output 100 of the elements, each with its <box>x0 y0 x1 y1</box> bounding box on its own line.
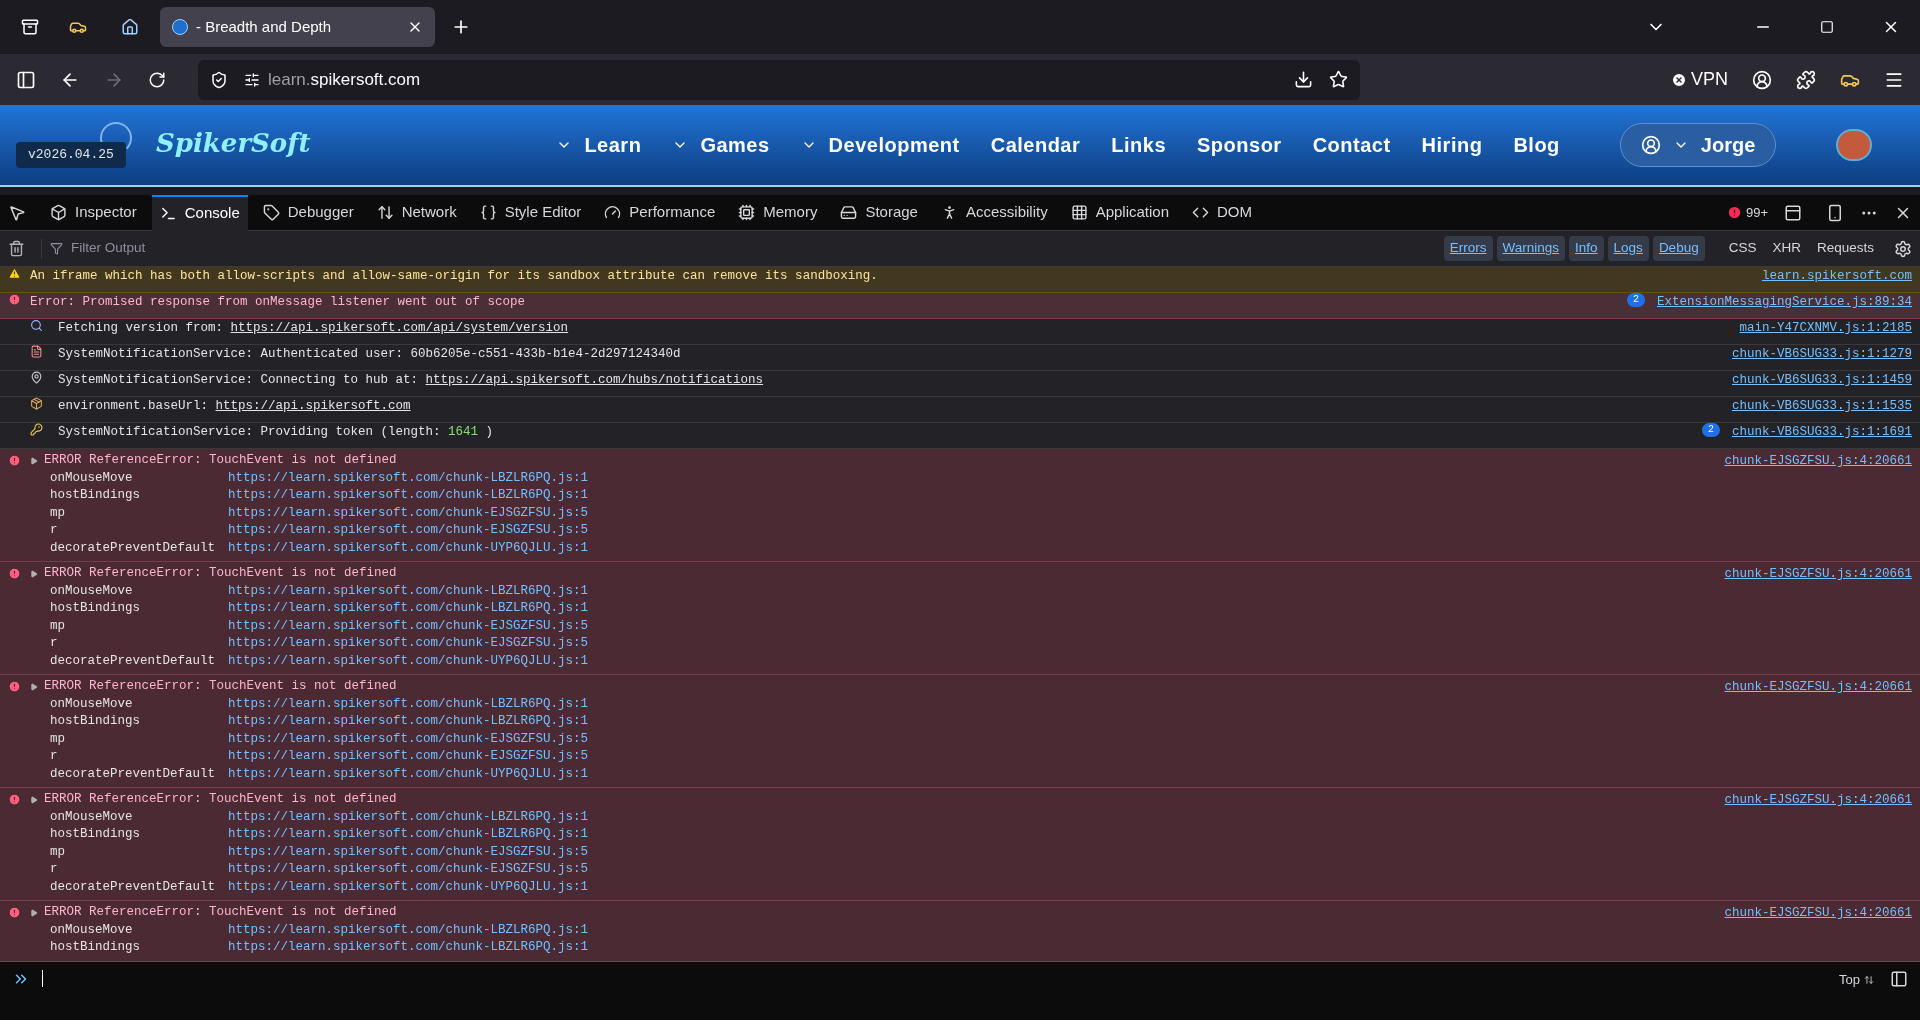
filter-toggle[interactable]: Debug <box>1652 236 1705 261</box>
site-logo[interactable]: SpikerSoft <box>156 123 311 163</box>
stack-frame-link[interactable]: https://learn.spikersoft.com/chunk-LBZLR6PQ.js:1 <box>228 938 589 958</box>
nav-link[interactable]: Games <box>672 130 770 160</box>
stack-frame-link[interactable]: https://learn.spikersoft.com/chunk-LBZLR6PQ.js:1 <box>228 468 589 488</box>
function-name: onMouseMove <box>50 695 134 713</box>
filter-field[interactable]: Filter Output <box>71 238 371 259</box>
stack-frame-link[interactable]: https://learn.spikersoft.com/chunk-LBZLR6PQ.js:1 <box>228 920 589 940</box>
source-link[interactable]: chunk-EJSGZFSU.js:4:20661 <box>1724 678 1912 697</box>
nav-link[interactable]: Learn <box>556 130 642 160</box>
address-bar[interactable]: learn.spikersoft.com <box>198 59 1360 100</box>
devtools-tab[interactable]: Storage <box>832 194 926 231</box>
reload-icon[interactable] <box>148 70 166 89</box>
expand-triangle-icon[interactable] <box>30 908 38 917</box>
source-link[interactable]: chunk-EJSGZFSU.js:4:20661 <box>1724 565 1912 584</box>
devtools-tab[interactable]: Debugger <box>254 194 362 231</box>
function-name: onMouseMove <box>50 582 134 600</box>
stack-frame-link[interactable]: https://learn.spikersoft.com/chunk-EJSGZFSU.js:5 <box>228 521 589 541</box>
nav-link[interactable]: Contact <box>1312 130 1391 160</box>
nav-link[interactable]: Links <box>1111 130 1167 160</box>
error-message: ERROR ReferenceError: TouchEvent is not defined <box>44 565 397 583</box>
expand-triangle-icon[interactable] <box>30 795 38 804</box>
stack-frame-link[interactable]: https://learn.spikersoft.com/chunk-UYP6QJLU.js:1 <box>228 877 589 897</box>
devtools-tab[interactable]: Memory <box>730 194 826 231</box>
stack-frame-link[interactable]: https://learn.spikersoft.com/chunk-EJSGZFSU.js:5 <box>228 747 589 767</box>
devtools-tab[interactable]: DOM <box>1184 194 1261 231</box>
source-link[interactable]: chunk-EJSGZFSU.js:4:20661 <box>1724 791 1912 810</box>
responsive-mode-icon[interactable] <box>1826 203 1844 222</box>
source-link[interactable]: chunk-VB6SUG33.js:1:1535 <box>1731 397 1912 416</box>
text-cursor <box>42 970 43 987</box>
filter-toggle[interactable]: CSS <box>1722 236 1763 261</box>
vpn-button[interactable]: VPN <box>1671 66 1728 93</box>
devtools-tab[interactable]: Inspector <box>42 194 145 231</box>
nav-link[interactable]: Sponsor <box>1197 130 1282 160</box>
settings-icon[interactable] <box>1894 239 1912 258</box>
function-name: mp <box>50 730 66 748</box>
sidebar-icon[interactable] <box>16 69 36 90</box>
source-link[interactable]: chunk-VB6SUG33.js:1:1279 <box>1731 345 1912 364</box>
source-link[interactable]: ExtensionMessagingService.js:89:34 <box>1656 293 1912 312</box>
devtools-tab[interactable]: Style Editor <box>471 194 590 231</box>
filter-toggle[interactable]: Errors <box>1443 236 1493 261</box>
user-menu-button[interactable]: Jorge <box>1619 123 1777 167</box>
source-link[interactable]: main-Y47CXNMV.js:1:2185 <box>1739 319 1912 338</box>
stack-frame-link[interactable]: https://learn.spikersoft.com/chunk-LBZLR6PQ.js:1 <box>228 712 589 732</box>
stack-frame-link[interactable]: https://learn.spikersoft.com/chunk-EJSGZFSU.js:5 <box>228 729 589 749</box>
extensions-icon[interactable] <box>1796 69 1816 90</box>
stack-frame-link[interactable]: https://learn.spikersoft.com/chunk-UYP6QJLU.js:1 <box>228 764 589 784</box>
error-count[interactable]: 99+ <box>1745 202 1768 223</box>
stack-frame-link[interactable]: https://learn.spikersoft.com/chunk-LBZLR6PQ.js:1 <box>228 694 589 714</box>
error-message: ERROR ReferenceError: TouchEvent is not defined <box>44 452 397 470</box>
stack-frame-link[interactable]: https://learn.spikersoft.com/chunk-EJSGZFSU.js:5 <box>228 616 589 636</box>
function-name: mp <box>50 504 66 522</box>
stack-frame-link[interactable]: https://learn.spikersoft.com/chunk-EJSGZFSU.js:5 <box>228 842 589 862</box>
source-link[interactable]: chunk-EJSGZFSU.js:4:20661 <box>1724 452 1912 471</box>
stack-frame-link[interactable]: https://learn.spikersoft.com/chunk-UYP6QJLU.js:1 <box>228 651 589 671</box>
stack-frame-link[interactable]: https://learn.spikersoft.com/chunk-LBZLR6PQ.js:1 <box>228 581 589 601</box>
message-text: environment.baseUrl: https://api.spikersoft.com <box>58 398 412 415</box>
stack-frame-link[interactable]: https://learn.spikersoft.com/chunk-EJSGZFSU.js:5 <box>228 634 589 654</box>
source-link[interactable]: chunk-EJSGZFSU.js:4:20661 <box>1724 904 1912 923</box>
filter-toggle[interactable]: Requests <box>1810 236 1880 261</box>
devtools-tab[interactable]: Network <box>368 194 465 231</box>
nav-link[interactable]: Calendar <box>990 130 1081 160</box>
stack-frame-link[interactable]: https://learn.spikersoft.com/chunk-LBZLR6PQ.js:1 <box>228 599 589 619</box>
source-link[interactable]: learn.spikersoft.com <box>1761 267 1912 286</box>
download-icon[interactable] <box>1294 70 1313 89</box>
filter-toggle[interactable]: XHR <box>1766 236 1807 261</box>
account-icon[interactable] <box>1752 69 1772 90</box>
nav-link[interactable]: Development <box>800 130 960 160</box>
context-selector[interactable]: Top <box>1839 970 1874 990</box>
permissions-icon[interactable] <box>244 71 260 88</box>
stack-frame-link[interactable]: https://learn.spikersoft.com/chunk-UYP6QJLU.js:1 <box>228 538 589 558</box>
devtools-tab[interactable]: Performance <box>596 194 724 231</box>
filter-toggle[interactable]: Logs <box>1607 236 1649 261</box>
bookmark-star-icon[interactable] <box>1329 70 1348 89</box>
stack-frame-link[interactable]: https://learn.spikersoft.com/chunk-EJSGZFSU.js:5 <box>228 503 589 523</box>
shield-icon[interactable] <box>210 70 228 89</box>
expand-triangle-icon[interactable] <box>30 682 38 691</box>
stack-frame-link[interactable]: https://learn.spikersoft.com/chunk-LBZLR6PQ.js:1 <box>228 486 589 506</box>
browser-tab[interactable]: - Breadth and Depth <box>160 7 435 47</box>
nav-link[interactable]: Blog <box>1513 130 1560 160</box>
expand-triangle-icon[interactable] <box>30 456 38 465</box>
element-picker-icon[interactable] <box>8 203 26 222</box>
braces-icon <box>479 204 497 221</box>
clear-console-icon[interactable] <box>8 240 25 257</box>
filter-toggle[interactable]: Warnings <box>1496 236 1566 261</box>
filter-toggle[interactable]: Info <box>1569 236 1604 261</box>
pin-icon <box>30 371 43 384</box>
source-link[interactable]: chunk-VB6SUG33.js:1:1459 <box>1731 371 1912 390</box>
devtools-tab[interactable]: Application <box>1062 194 1178 231</box>
devtools-tab[interactable]: Accessibility <box>932 194 1056 231</box>
stack-frame-link[interactable]: https://learn.spikersoft.com/chunk-LBZLR6PQ.js:1 <box>228 825 589 845</box>
split-console-icon[interactable] <box>1784 203 1802 222</box>
restore-icon[interactable] <box>1820 20 1834 34</box>
expand-triangle-icon[interactable] <box>30 569 38 578</box>
stack-frame-link[interactable]: https://learn.spikersoft.com/chunk-LBZLR6PQ.js:1 <box>228 807 589 827</box>
devtools-tab[interactable]: Console <box>151 194 248 231</box>
sidebar-toggle-icon[interactable] <box>1890 970 1908 988</box>
nav-link[interactable]: Hiring <box>1421 130 1483 160</box>
stack-frame-link[interactable]: https://learn.spikersoft.com/chunk-EJSGZFSU.js:5 <box>228 860 589 880</box>
source-link[interactable]: chunk-VB6SUG33.js:1:1691 <box>1731 423 1912 442</box>
